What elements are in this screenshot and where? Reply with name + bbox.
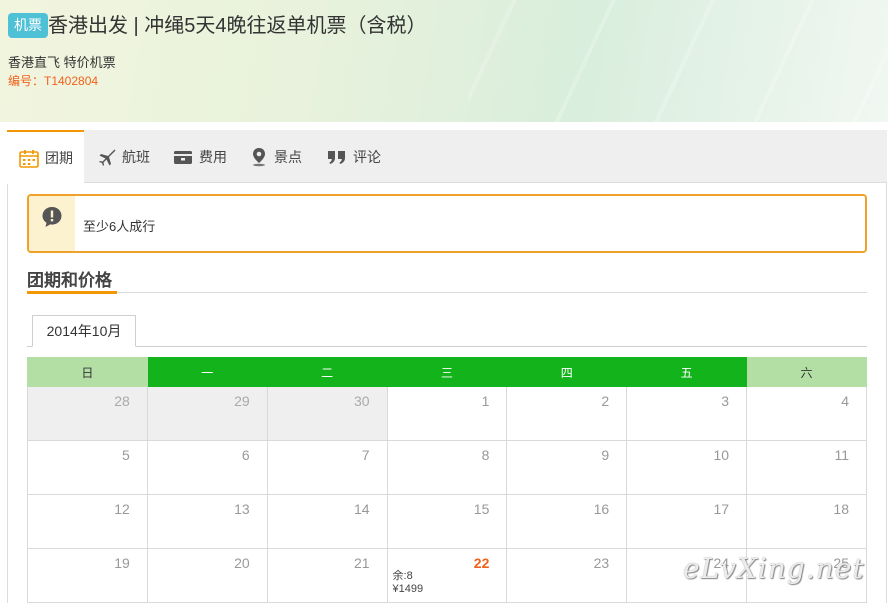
calendar-day: 30: [266, 386, 388, 441]
day-number: 11: [834, 447, 849, 463]
day-number: 18: [833, 501, 849, 517]
calendar-day: 3: [626, 386, 748, 441]
seats-remaining: 余:8: [392, 570, 413, 582]
calendar-week-row: 28 29 30 1 2 3 4: [27, 386, 867, 441]
weekday-header: 四: [506, 357, 628, 387]
calendar-day: 19: [27, 548, 148, 603]
tab-label: 航班: [122, 148, 150, 165]
page-title: 香港出发 | 冲绳5天4晚往返单机票（含税）: [48, 15, 427, 37]
day-number: 16: [593, 501, 610, 517]
calendar-day: 1: [386, 386, 508, 441]
weekday-header: 二: [266, 357, 388, 387]
tab-label: 费用: [199, 148, 227, 165]
product-type-badge: 机票: [8, 13, 48, 38]
calendar-day-available[interactable]: 22 余:8 ¥1499: [386, 548, 508, 603]
calendar-day: 16: [506, 494, 628, 549]
calendar-day: 4: [746, 386, 867, 441]
calendar-day: 14: [266, 494, 388, 549]
tab-attractions[interactable]: 景点: [250, 130, 302, 183]
calendar-icon: [19, 149, 39, 168]
day-number: 8: [481, 447, 490, 463]
weekday-header: 三: [386, 357, 508, 387]
calendar-day: 6: [146, 440, 268, 495]
wallet-icon: [174, 150, 192, 164]
tab-reviews[interactable]: 评论: [327, 130, 381, 183]
location-pin-icon: [253, 147, 265, 166]
day-number: 12: [114, 501, 130, 517]
page-header: 机票 香港出发 | 冲绳5天4晚往返单机票（含税） 香港直飞 特价机票 编号：T…: [0, 0, 888, 122]
calendar-day: 23: [506, 548, 628, 603]
tab-label: 团期: [45, 150, 73, 166]
day-number: 19: [114, 555, 130, 571]
day-number: 29: [234, 393, 250, 409]
calendar-day: 8: [386, 440, 508, 495]
day-number: 23: [593, 555, 610, 571]
weekday-header: 五: [626, 357, 748, 387]
day-price: ¥1499: [392, 583, 424, 595]
day-number: 15: [473, 501, 490, 517]
product-subtitle: 香港直飞 特价机票: [8, 55, 116, 70]
calendar-day: 15: [386, 494, 508, 549]
weekday-header: 六: [746, 357, 867, 387]
calendar-day: 18: [746, 494, 867, 549]
calendar-day: 5: [27, 440, 148, 495]
calendar-week-row: 5 6 7 8 9 10 11: [27, 440, 867, 495]
day-number: 13: [234, 501, 250, 517]
tab-label: 评论: [353, 148, 381, 165]
day-availability-info: 余:8 ¥1499: [393, 570, 424, 596]
notice-icon-area: [29, 196, 75, 251]
weekday-header: 一: [146, 357, 268, 387]
day-number: 1: [481, 393, 490, 409]
day-number: 5: [122, 447, 130, 463]
weekday-header-row: 日一二三四五六: [27, 357, 867, 387]
day-number: 7: [361, 447, 370, 463]
day-number: 10: [713, 447, 730, 463]
calendar-day: 9: [506, 440, 628, 495]
tab-label: 景点: [274, 148, 302, 165]
calendar-day: 10: [626, 440, 748, 495]
weekday-header: 日: [27, 357, 148, 387]
day-number: 21: [353, 555, 370, 571]
calendar-day: 13: [146, 494, 268, 549]
day-number: 9: [601, 447, 610, 463]
tab-flight[interactable]: 航班: [98, 130, 150, 183]
calendar-day: 28: [27, 386, 148, 441]
section-title: 团期和价格: [27, 271, 112, 290]
day-number: 30: [353, 393, 370, 409]
calendar-day: 2: [506, 386, 628, 441]
day-number: 2: [601, 393, 610, 409]
tab-bar: 团期 航班 费用 景点 评论: [7, 130, 887, 184]
tab-cost[interactable]: 费用: [173, 130, 227, 183]
day-number: 6: [241, 447, 250, 463]
day-number: 14: [353, 501, 370, 517]
section-title-underline: [27, 291, 117, 294]
calendar-day: 12: [27, 494, 148, 549]
month-tab[interactable]: 2014年10月: [32, 315, 136, 347]
calendar-day: 20: [146, 548, 268, 603]
day-number: 17: [713, 501, 730, 517]
day-number: 20: [234, 555, 250, 571]
section-divider: [27, 292, 867, 293]
header-decoration: [468, 0, 888, 122]
day-number: 22: [473, 555, 490, 571]
month-tab-baseline: [27, 346, 867, 347]
notice-text: 至少6人成行: [83, 219, 156, 234]
calendar-day: 17: [626, 494, 748, 549]
watermark: eLvXing.net: [683, 552, 865, 585]
day-number: 3: [721, 393, 730, 409]
quote-icon: [328, 150, 345, 164]
day-number: 4: [841, 393, 849, 409]
product-code: 编号：T1402804: [8, 74, 99, 88]
calendar-week-row: 12 13 14 15 16 17 18: [27, 494, 867, 549]
calendar-day: 29: [146, 386, 268, 441]
exclamation-icon: [42, 207, 62, 227]
notice-box: 至少6人成行: [27, 194, 867, 253]
airplane-icon: [99, 149, 116, 166]
calendar-day: 7: [266, 440, 388, 495]
calendar-day: 11: [746, 440, 867, 495]
calendar-day: 21: [266, 548, 388, 603]
tab-schedule[interactable]: 团期: [7, 130, 84, 184]
day-number: 28: [114, 393, 130, 409]
